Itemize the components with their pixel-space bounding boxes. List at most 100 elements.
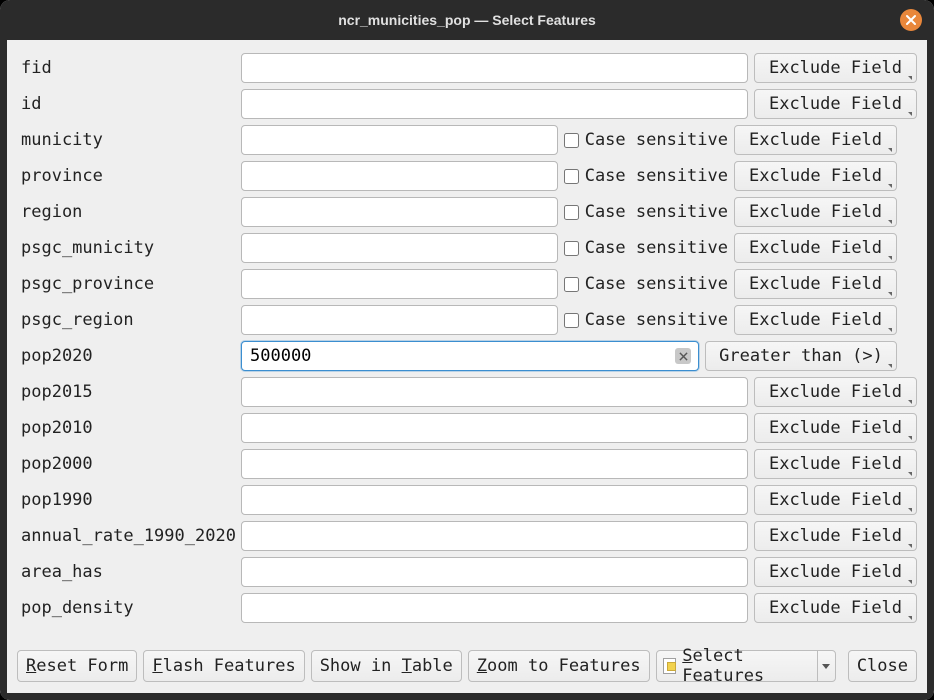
field-row-pop2010: pop2010 Exclude Field xyxy=(17,412,917,444)
field-input-psgc_region[interactable] xyxy=(241,305,558,335)
field-input-pop_density[interactable] xyxy=(241,593,748,623)
field-input-psgc_municity[interactable] xyxy=(241,233,558,263)
field-operator-button[interactable]: Exclude Field xyxy=(754,521,917,551)
field-row-province: province Case sensitive Exclude Field xyxy=(17,160,917,192)
case-sensitive-input[interactable] xyxy=(564,313,579,328)
zoom-to-features-button[interactable]: Zoom to Features xyxy=(468,650,650,682)
clear-input-icon[interactable] xyxy=(675,348,691,364)
field-label: psgc_province xyxy=(17,274,235,294)
case-sensitive-checkbox[interactable]: Case sensitive xyxy=(564,202,728,222)
field-operator-button[interactable]: Exclude Field xyxy=(754,377,917,407)
field-label: province xyxy=(17,166,235,186)
field-row-region: region Case sensitive Exclude Field xyxy=(17,196,917,228)
field-label: annual_rate_1990_2020 xyxy=(17,526,235,546)
field-input-pop2010[interactable] xyxy=(241,413,748,443)
field-label: area_has xyxy=(17,562,235,582)
field-input-psgc_province[interactable] xyxy=(241,269,558,299)
field-input-province[interactable] xyxy=(241,161,558,191)
close-button[interactable]: Close xyxy=(848,650,917,682)
field-operator-button[interactable]: Exclude Field xyxy=(734,269,897,299)
field-operator-button[interactable]: Exclude Field xyxy=(734,161,897,191)
select-features-split-button[interactable]: Select Features xyxy=(656,650,836,682)
case-sensitive-checkbox[interactable]: Case sensitive xyxy=(564,166,728,186)
field-operator-button[interactable]: Exclude Field xyxy=(754,53,917,83)
show-in-table-button[interactable]: Show in Table xyxy=(311,650,462,682)
field-row-annual_rate_1990_2020: annual_rate_1990_2020 Exclude Field xyxy=(17,520,917,552)
select-features-dropdown[interactable] xyxy=(817,651,835,681)
case-sensitive-checkbox[interactable]: Case sensitive xyxy=(564,130,728,150)
field-input-fid[interactable] xyxy=(241,53,748,83)
field-input-pop2000[interactable] xyxy=(241,449,748,479)
field-row-pop2020: pop2020 Greater than (>) xyxy=(17,340,917,372)
field-row-id: id Exclude Field xyxy=(17,88,917,120)
field-label: pop2010 xyxy=(17,418,235,438)
case-sensitive-label: Case sensitive xyxy=(585,274,728,294)
field-label: pop2000 xyxy=(17,454,235,474)
field-row-pop2015: pop2015 Exclude Field xyxy=(17,376,917,408)
field-input-pop2020[interactable] xyxy=(241,341,699,371)
field-input-area_has[interactable] xyxy=(241,557,748,587)
field-row-psgc_province: psgc_province Case sensitive Exclude Field xyxy=(17,268,917,300)
field-row-pop_density: pop_density Exclude Field xyxy=(17,592,917,624)
field-label: pop1990 xyxy=(17,490,235,510)
field-row-psgc_region: psgc_region Case sensitive Exclude Field xyxy=(17,304,917,336)
window-close-button[interactable] xyxy=(900,9,922,31)
field-input-annual_rate_1990_2020[interactable] xyxy=(241,521,748,551)
case-sensitive-input[interactable] xyxy=(564,277,579,292)
field-operator-button[interactable]: Exclude Field xyxy=(754,557,917,587)
case-sensitive-input[interactable] xyxy=(564,169,579,184)
field-input-pop1990[interactable] xyxy=(241,485,748,515)
case-sensitive-label: Case sensitive xyxy=(585,238,728,258)
field-input-pop2015[interactable] xyxy=(241,377,748,407)
case-sensitive-label: Case sensitive xyxy=(585,202,728,222)
flash-features-button[interactable]: Flash Features xyxy=(143,650,304,682)
reset-form-button[interactable]: Reset Form xyxy=(17,650,137,682)
select-features-icon xyxy=(663,658,677,674)
window-title: ncr_municities_pop — Select Features xyxy=(338,12,596,28)
case-sensitive-label: Case sensitive xyxy=(585,166,728,186)
field-operator-button[interactable]: Exclude Field xyxy=(734,125,897,155)
select-features-dialog: ncr_municities_pop — Select Features fid… xyxy=(0,0,934,700)
field-row-fid: fid Exclude Field xyxy=(17,52,917,84)
field-label: pop2020 xyxy=(17,346,235,366)
case-sensitive-checkbox[interactable]: Case sensitive xyxy=(564,310,728,330)
case-sensitive-input[interactable] xyxy=(564,133,579,148)
field-label: id xyxy=(17,94,235,114)
field-operator-button[interactable]: Exclude Field xyxy=(734,305,897,335)
field-row-area_has: area_has Exclude Field xyxy=(17,556,917,588)
field-label: fid xyxy=(17,58,235,78)
case-sensitive-checkbox[interactable]: Case sensitive xyxy=(564,274,728,294)
field-row-pop1990: pop1990 Exclude Field xyxy=(17,484,917,516)
field-row-psgc_municity: psgc_municity Case sensitive Exclude Field xyxy=(17,232,917,264)
field-operator-button[interactable]: Exclude Field xyxy=(754,593,917,623)
field-operator-button[interactable]: Greater than (>) xyxy=(705,341,897,371)
field-label: psgc_region xyxy=(17,310,235,330)
field-input-id[interactable] xyxy=(241,89,748,119)
field-operator-button[interactable]: Exclude Field xyxy=(754,449,917,479)
field-label: psgc_municity xyxy=(17,238,235,258)
field-input-municity[interactable] xyxy=(241,125,558,155)
field-label: region xyxy=(17,202,235,222)
field-label: municity xyxy=(17,130,235,150)
field-input-region[interactable] xyxy=(241,197,558,227)
field-operator-button[interactable]: Exclude Field xyxy=(754,89,917,119)
select-features-main[interactable]: Select Features xyxy=(657,646,817,686)
bottom-bar: Reset Form Flash Features Show in Table … xyxy=(17,649,917,683)
case-sensitive-checkbox[interactable]: Case sensitive xyxy=(564,238,728,258)
field-operator-button[interactable]: Exclude Field xyxy=(754,485,917,515)
field-row-municity: municity Case sensitive Exclude Field xyxy=(17,124,917,156)
case-sensitive-input[interactable] xyxy=(564,241,579,256)
fields-container: fid Exclude Field id Exclude Field municity C… xyxy=(17,52,917,637)
close-icon xyxy=(905,14,917,26)
field-label: pop_density xyxy=(17,598,235,618)
field-input-wrap xyxy=(241,341,699,371)
field-label: pop2015 xyxy=(17,382,235,402)
field-operator-button[interactable]: Exclude Field xyxy=(754,413,917,443)
case-sensitive-input[interactable] xyxy=(564,205,579,220)
field-operator-button[interactable]: Exclude Field xyxy=(734,233,897,263)
field-row-pop2000: pop2000 Exclude Field xyxy=(17,448,917,480)
field-operator-button[interactable]: Exclude Field xyxy=(734,197,897,227)
case-sensitive-label: Case sensitive xyxy=(585,310,728,330)
titlebar: ncr_municities_pop — Select Features xyxy=(0,0,934,40)
dialog-content: fid Exclude Field id Exclude Field municity C… xyxy=(0,40,934,700)
